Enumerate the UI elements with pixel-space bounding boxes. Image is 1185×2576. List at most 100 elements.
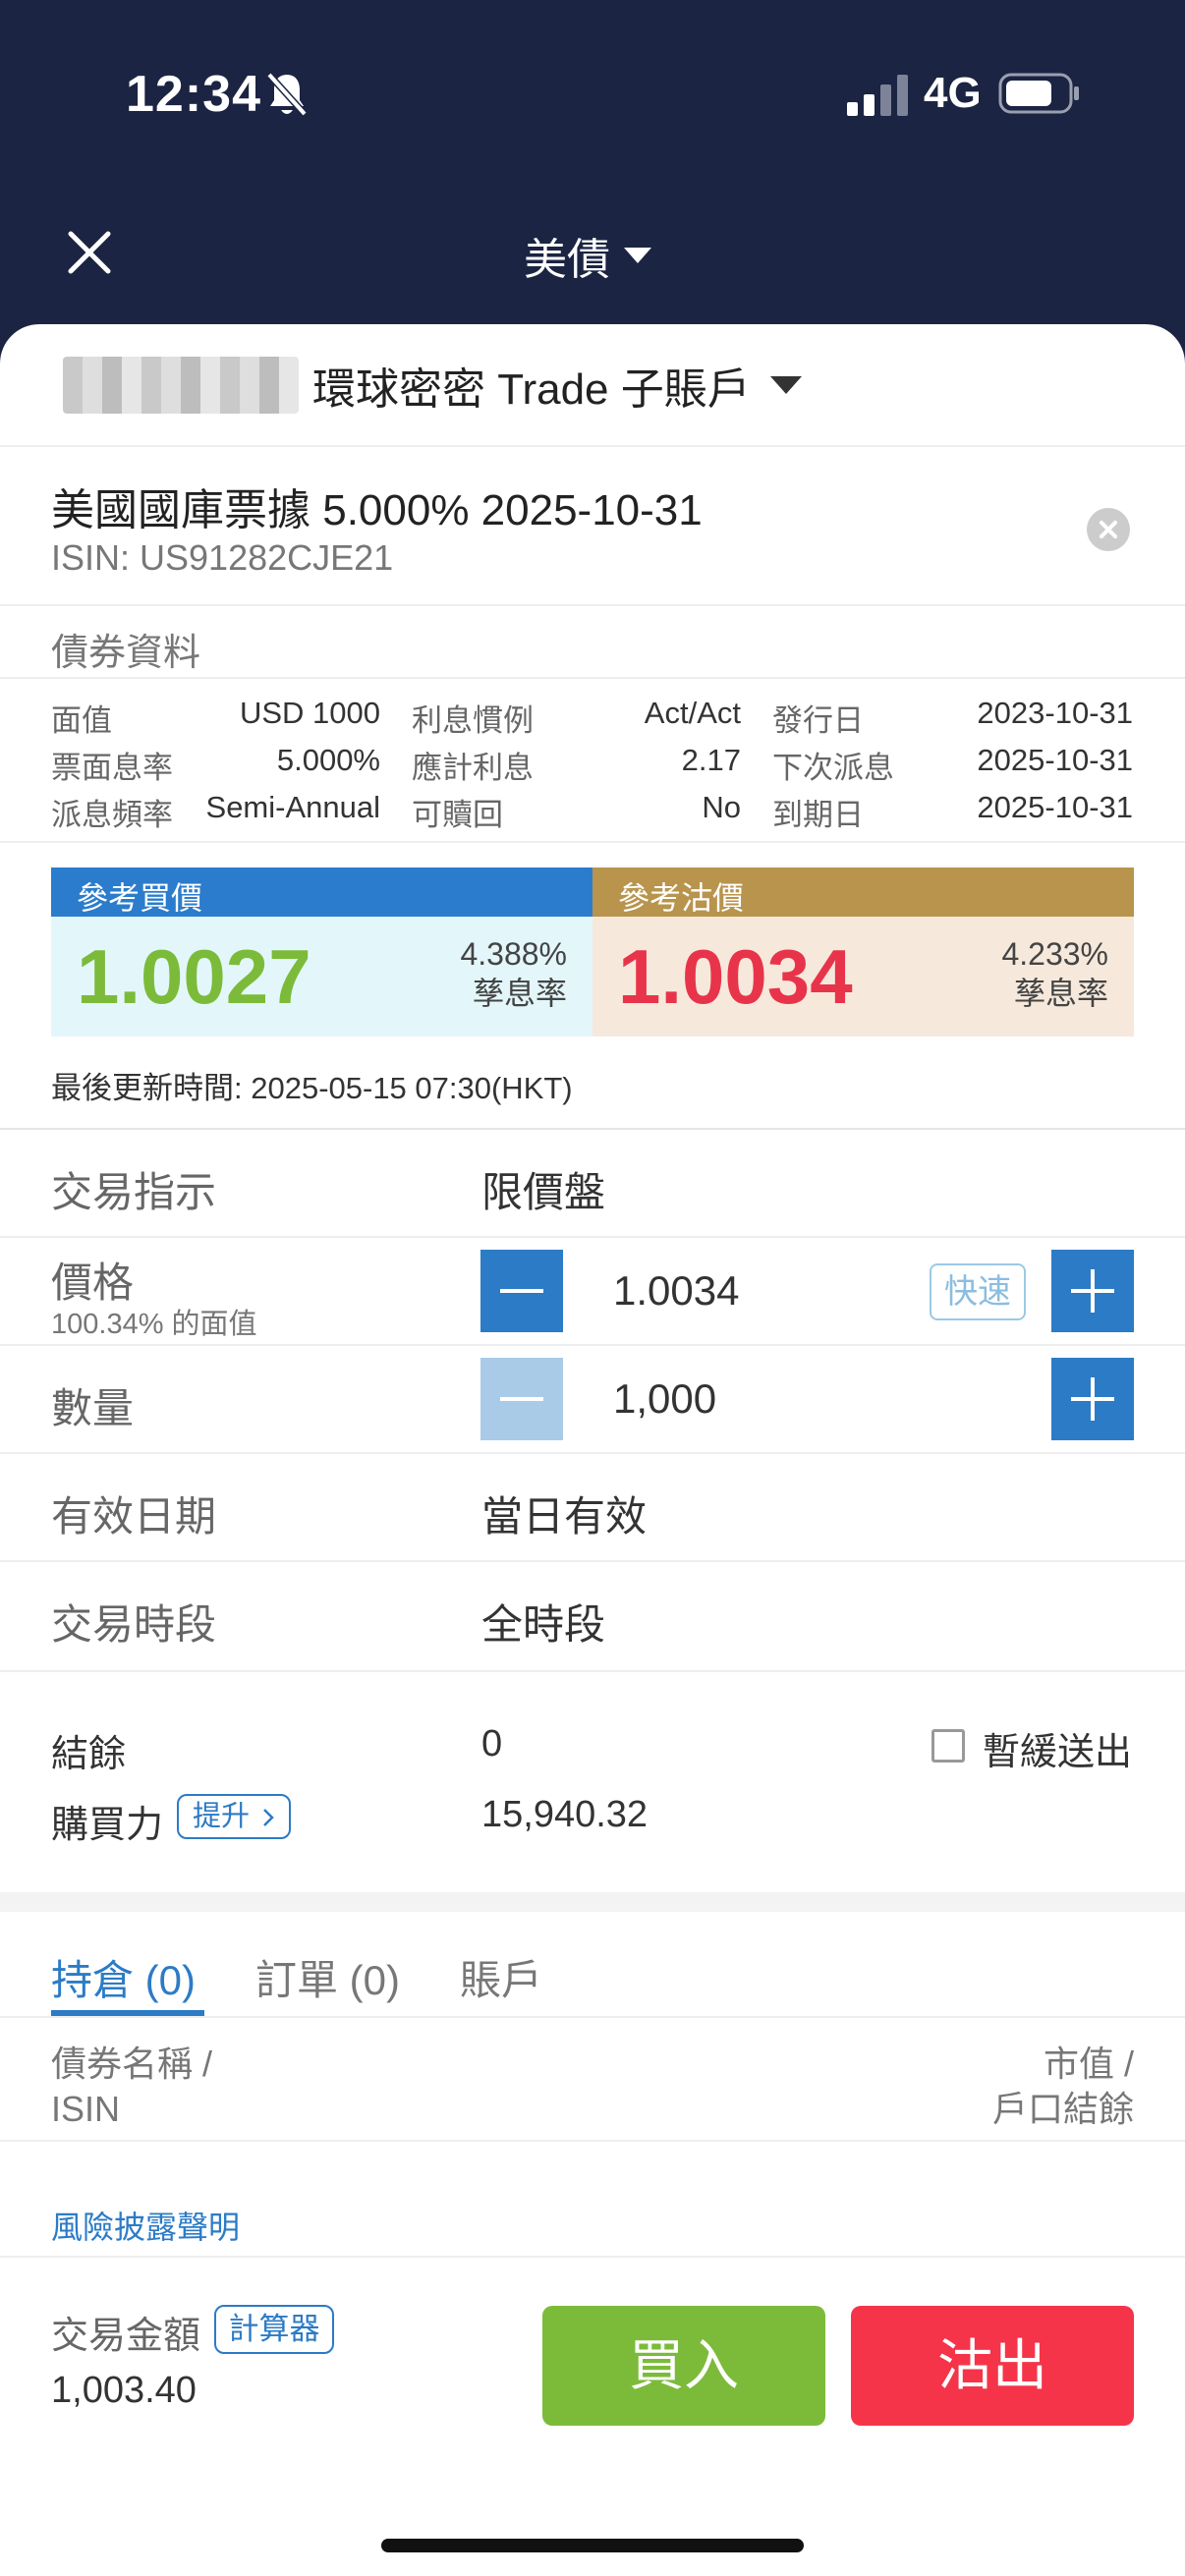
sell-yield: 4.233% xyxy=(1001,936,1108,972)
bond-info-grid: 面值 USD 1000 利息慣例 Act/Act 發行日 2023-10-31 … xyxy=(51,690,1134,832)
upgrade-label: 提升 xyxy=(193,1801,251,1832)
quantity-input[interactable]: 1,000 xyxy=(613,1375,716,1423)
validity-value: 當日有效 xyxy=(481,1493,648,1540)
info-cell: 下次派息 2025-10-31 xyxy=(772,737,1133,785)
info-label: 票面息率 xyxy=(51,751,173,785)
price-face-value-percent: 100.34% 的面值 xyxy=(51,1309,257,1340)
buy-yield-label: 孳息率 xyxy=(472,976,567,1011)
buying-power-label: 購買力 xyxy=(51,1805,164,1846)
market-selector[interactable]: 美債 xyxy=(524,224,651,287)
caret-down-icon xyxy=(624,248,651,263)
info-value: 2.17 xyxy=(681,743,741,777)
sell-yield-label: 孳息率 xyxy=(1013,976,1108,1011)
info-label: 到期日 xyxy=(772,798,864,832)
account-selector[interactable]: 環球密密 Trade 子賬戶 xyxy=(0,324,1185,447)
trade-amount-value: 1,003.40 xyxy=(51,2370,197,2411)
bond-name: 美國國庫票據 5.000% 2025-10-31 xyxy=(51,486,703,534)
caret-down-icon xyxy=(769,375,802,394)
price-input[interactable]: 1.0034 xyxy=(613,1267,739,1315)
order-instruction-label: 交易指示 xyxy=(51,1169,217,1215)
sell-quote[interactable]: 參考沽價 1.0034 4.233% 孳息率 xyxy=(592,868,1134,1036)
balance-value: 0 xyxy=(481,1723,503,1764)
info-label: 面值 xyxy=(51,703,112,738)
calculator-button[interactable]: 計算器 xyxy=(214,2305,334,2354)
upgrade-button[interactable]: 提升 xyxy=(177,1794,291,1839)
buy-price: 1.0027 xyxy=(77,933,311,1020)
order-instruction-row[interactable]: 交易指示 限價盤 xyxy=(0,1130,1185,1238)
market-value-column-header: 市值 / 戶口結餘 xyxy=(992,2042,1134,2132)
buy-button[interactable]: 買入 xyxy=(542,2306,825,2426)
info-value: 5.000% xyxy=(276,743,380,777)
tab-positions[interactable]: 持倉 (0) xyxy=(51,1947,196,2007)
tab-account[interactable]: 賬戶 xyxy=(460,1947,542,2007)
divider xyxy=(0,2016,1185,2018)
session-row[interactable]: 交易時段 全時段 xyxy=(0,1562,1185,1670)
info-value: No xyxy=(702,790,741,824)
price-increase-button[interactable] xyxy=(1051,1250,1134,1332)
sell-quote-title: 參考沽價 xyxy=(592,868,1134,917)
info-label: 可贖回 xyxy=(412,798,503,832)
bond-info-header: 債券資料 xyxy=(0,606,1185,679)
info-cell: 可贖回 No xyxy=(412,784,772,832)
home-indicator[interactable] xyxy=(381,2539,804,2552)
order-sheet: 環球密密 Trade 子賬戶 美國國庫票據 5.000% 2025-10-31 … xyxy=(0,324,1185,2576)
info-label: 下次派息 xyxy=(772,751,894,785)
quantity-decrease-button[interactable] xyxy=(480,1358,563,1440)
session-label: 交易時段 xyxy=(51,1601,217,1648)
column-header-line: 戶口結餘 xyxy=(991,2089,1134,2129)
info-label: 利息慣例 xyxy=(412,703,534,738)
info-label: 派息頻率 xyxy=(51,798,173,832)
status-time: 12:34 xyxy=(126,66,261,123)
info-cell: 應計利息 2.17 xyxy=(412,737,772,785)
hold-order-checkbox[interactable] xyxy=(931,1729,965,1763)
battery-icon xyxy=(998,73,1079,114)
account-number-blurred xyxy=(63,356,299,414)
risk-disclosure-link[interactable]: 風險披露聲明 xyxy=(51,2203,240,2248)
bond-name-column-header: 債券名稱 / ISIN xyxy=(51,2042,212,2132)
close-icon[interactable] xyxy=(65,228,114,277)
hold-order-label[interactable]: 暫緩送出 xyxy=(983,1721,1132,1775)
account-name: 環球密密 Trade 子賬戶 xyxy=(312,364,751,414)
quote-panel: 參考買價 1.0027 4.388% 孳息率 參考沽價 1.0034 4.233… xyxy=(51,868,1134,1036)
sell-yield-block: 4.233% 孳息率 xyxy=(1001,934,1108,1013)
bond-isin: ISIN: US91282CJE21 xyxy=(51,537,394,578)
info-row: 票面息率 5.000% 應計利息 2.17 下次派息 2025-10-31 xyxy=(51,737,1134,785)
balance-label: 結餘 xyxy=(51,1734,127,1775)
info-label: 應計利息 xyxy=(412,751,534,785)
info-label: 發行日 xyxy=(772,703,864,738)
validity-row[interactable]: 有效日期 當日有效 xyxy=(0,1454,1185,1562)
bell-muted-icon xyxy=(266,72,308,117)
divider xyxy=(0,841,1185,843)
bond-selector[interactable]: 美國國庫票據 5.000% 2025-10-31 ISIN: US91282CJ… xyxy=(0,447,1185,606)
quantity-label: 數量 xyxy=(51,1385,135,1431)
buying-power-value: 15,940.32 xyxy=(481,1794,649,1835)
bond-info-title: 債券資料 xyxy=(51,633,201,674)
signal-icon xyxy=(847,75,908,116)
session-value: 全時段 xyxy=(481,1601,606,1648)
price-decrease-button[interactable] xyxy=(480,1250,563,1332)
chevron-right-icon xyxy=(263,1809,274,1827)
info-cell: 面值 USD 1000 xyxy=(51,690,412,738)
buy-quote[interactable]: 參考買價 1.0027 4.388% 孳息率 xyxy=(51,868,592,1036)
sell-price: 1.0034 xyxy=(618,933,853,1020)
validity-label: 有效日期 xyxy=(51,1493,217,1540)
info-cell: 票面息率 5.000% xyxy=(51,737,412,785)
divider xyxy=(0,2140,1185,2142)
sell-quote-body: 1.0034 4.233% 孳息率 xyxy=(592,917,1134,1036)
info-cell: 派息頻率 Semi-Annual xyxy=(51,784,412,832)
order-instruction-value: 限價盤 xyxy=(481,1169,606,1215)
info-cell: 利息慣例 Act/Act xyxy=(412,690,772,738)
info-value: 2025-10-31 xyxy=(977,743,1133,777)
quantity-increase-button[interactable] xyxy=(1051,1358,1134,1440)
clear-icon[interactable] xyxy=(1087,508,1130,551)
quantity-row: 數量 1,000 xyxy=(0,1346,1185,1454)
buy-quote-body: 1.0027 4.388% 孳息率 xyxy=(51,917,592,1036)
column-header-line: ISIN xyxy=(51,2089,121,2129)
info-value: Semi-Annual xyxy=(205,790,380,824)
quick-price-button[interactable]: 快速 xyxy=(930,1263,1026,1320)
info-value: 2025-10-31 xyxy=(977,790,1133,824)
info-value: Act/Act xyxy=(644,696,741,730)
sell-button[interactable]: 沽出 xyxy=(851,2306,1134,2426)
tab-orders[interactable]: 訂單 (0) xyxy=(255,1947,400,2007)
info-cell: 發行日 2023-10-31 xyxy=(772,690,1133,738)
